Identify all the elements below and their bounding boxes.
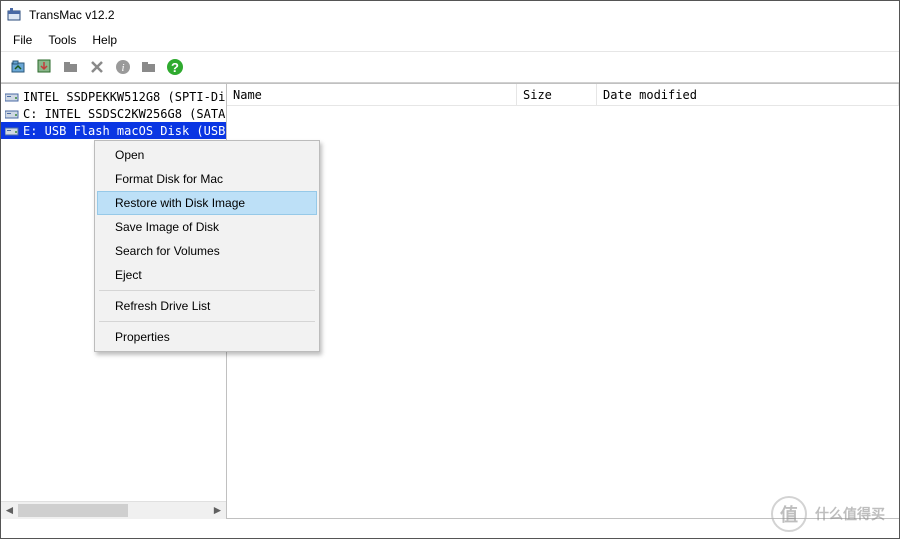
drive-icon (5, 108, 19, 120)
tree-row-drive[interactable]: INTEL SSDPEKKW512G8 (SPTI-Disk) (1, 88, 226, 105)
column-name[interactable]: Name (227, 84, 517, 105)
file-list-pane: Name Size Date modified (227, 84, 899, 518)
status-bar (1, 518, 899, 538)
column-size[interactable]: Size (517, 84, 597, 105)
watermark-text: 什么值得买 (815, 506, 885, 522)
open-icon[interactable] (9, 57, 29, 77)
context-format-disk[interactable]: Format Disk for Mac (97, 167, 317, 191)
tree-row-label: C: INTEL SSDSC2KW256G8 (SATA-Disk… (23, 107, 226, 121)
save-arrow-icon[interactable] (35, 57, 55, 77)
context-separator (99, 290, 315, 291)
column-date[interactable]: Date modified (597, 84, 899, 105)
tree-row-drive[interactable]: C: INTEL SSDSC2KW256G8 (SATA-Disk… (1, 105, 226, 122)
svg-text:?: ? (171, 60, 179, 75)
tree-row-label: INTEL SSDPEKKW512G8 (SPTI-Disk) (23, 90, 226, 104)
sidebar-h-scrollbar[interactable]: ◄ ► (1, 501, 226, 518)
list-header: Name Size Date modified (227, 84, 899, 106)
context-save-image[interactable]: Save Image of Disk (97, 215, 317, 239)
menu-help[interactable]: Help (84, 31, 125, 49)
drive-icon (5, 91, 19, 103)
watermark-logo: 值 (771, 496, 807, 532)
context-open[interactable]: Open (97, 143, 317, 167)
drive-icon (5, 125, 19, 137)
delete-icon[interactable] (87, 57, 107, 77)
context-menu: Open Format Disk for Mac Restore with Di… (94, 140, 320, 352)
watermark: 值 什么值得买 (771, 496, 885, 532)
svg-text:i: i (121, 62, 124, 74)
watermark-line1: 什么值得买 (815, 506, 885, 522)
folder-icon[interactable] (61, 57, 81, 77)
scroll-thumb[interactable] (18, 504, 128, 517)
folder-plus-icon[interactable] (139, 57, 159, 77)
context-search-volumes[interactable]: Search for Volumes (97, 239, 317, 263)
tree-row-label: E: USB Flash macOS Disk (USB-Disk) (23, 124, 226, 138)
context-properties[interactable]: Properties (97, 325, 317, 349)
scroll-right-button[interactable]: ► (209, 502, 226, 519)
menu-bar: File Tools Help (1, 29, 899, 51)
app-icon (7, 7, 23, 23)
app-title: TransMac v12.2 (29, 8, 115, 22)
help-icon[interactable]: ? (165, 57, 185, 77)
toolbar: i ? (1, 51, 899, 83)
title-bar: TransMac v12.2 (1, 1, 899, 29)
context-refresh[interactable]: Refresh Drive List (97, 294, 317, 318)
context-separator (99, 321, 315, 322)
scroll-left-button[interactable]: ◄ (1, 502, 18, 519)
scroll-track[interactable] (18, 502, 209, 519)
tree-row-drive-selected[interactable]: E: USB Flash macOS Disk (USB-Disk) (1, 122, 226, 139)
info-icon[interactable]: i (113, 57, 133, 77)
context-restore-disk-image[interactable]: Restore with Disk Image (97, 191, 317, 215)
menu-tools[interactable]: Tools (40, 31, 84, 49)
context-eject[interactable]: Eject (97, 263, 317, 287)
menu-file[interactable]: File (5, 31, 40, 49)
